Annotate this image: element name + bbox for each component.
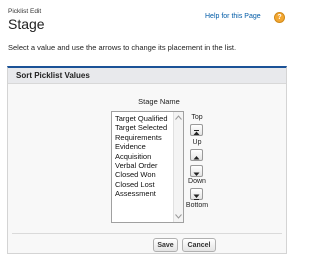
footer-divider: [12, 233, 282, 234]
move-down-button[interactable]: [190, 165, 203, 177]
list-item[interactable]: Acquisition: [115, 152, 168, 161]
stage-picklist[interactable]: Target Qualified Target Selected Require…: [111, 111, 184, 223]
help-icon[interactable]: ?: [274, 12, 285, 23]
page-subtitle: Picklist Edit: [8, 8, 42, 15]
scroll-up-icon[interactable]: [175, 115, 182, 120]
list-label: Stage Name: [138, 97, 180, 106]
list-item[interactable]: Requirements: [115, 133, 168, 142]
up-label: Up: [192, 139, 202, 146]
move-bottom-icon: [193, 194, 200, 200]
list-item[interactable]: Verbal Order: [115, 161, 168, 170]
move-bottom-button[interactable]: [190, 188, 203, 200]
sort-picklist-panel: Sort Picklist Values Stage Name Target Q…: [7, 66, 287, 254]
cancel-button[interactable]: Cancel: [182, 238, 216, 252]
instructions-text: Select a value and use the arrows to cha…: [8, 43, 237, 52]
list-item[interactable]: Target Qualified: [115, 114, 168, 123]
help-link[interactable]: Help for this Page: [205, 13, 261, 20]
move-up-icon: [193, 156, 200, 160]
top-label: Top: [191, 114, 203, 121]
list-item[interactable]: Target Selected: [115, 123, 168, 132]
save-button[interactable]: Save: [153, 238, 178, 252]
list-item[interactable]: Closed Lost: [115, 180, 168, 189]
section-header: Sort Picklist Values: [8, 68, 286, 84]
bottom-label: Bottom: [185, 202, 209, 209]
list-item[interactable]: Evidence: [115, 142, 168, 151]
move-up-button[interactable]: [190, 149, 203, 161]
move-top-button[interactable]: [190, 124, 203, 136]
page-title: Stage: [8, 16, 45, 32]
move-top-icon: [193, 130, 200, 135]
down-label: Down: [188, 178, 206, 185]
scroll-down-icon[interactable]: [175, 214, 182, 219]
list-item[interactable]: Assessment: [115, 189, 168, 198]
list-item[interactable]: Closed Won: [115, 170, 168, 179]
option-list: Target Qualified Target Selected Require…: [115, 114, 168, 199]
